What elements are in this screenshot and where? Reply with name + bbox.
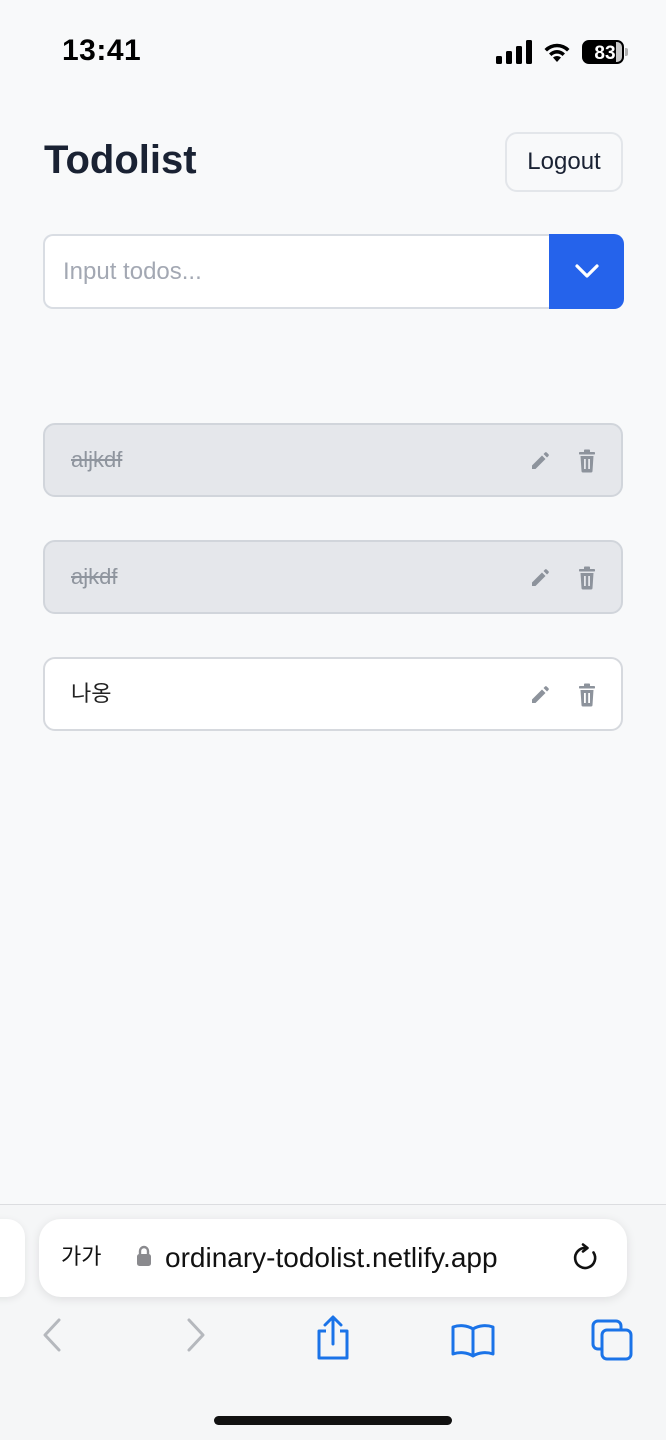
cellular-signal-icon <box>496 40 532 64</box>
trash-icon[interactable] <box>576 566 598 590</box>
back-icon[interactable] <box>40 1316 64 1354</box>
bookmarks-icon[interactable] <box>450 1322 496 1358</box>
battery-level: 83 <box>594 43 616 64</box>
todo-text[interactable]: 나옹 <box>71 659 111 729</box>
reload-icon[interactable] <box>571 1243 601 1273</box>
url-text[interactable]: ordinary-todolist.netlify.app <box>165 1219 498 1297</box>
todo-item[interactable]: 나옹 <box>43 657 623 731</box>
trash-icon[interactable] <box>576 449 598 473</box>
chevron-down-icon <box>575 264 599 278</box>
todo-text[interactable]: ajkdf <box>71 542 117 612</box>
todo-text[interactable]: aljkdf <box>71 425 122 495</box>
forward-icon[interactable] <box>184 1316 208 1354</box>
todo-item[interactable]: aljkdf <box>43 423 623 497</box>
todo-item[interactable]: ajkdf <box>43 540 623 614</box>
address-bar[interactable]: 가가 ordinary-todolist.netlify.app <box>39 1219 627 1297</box>
todo-form <box>43 234 624 309</box>
text-size-button[interactable]: 가가 <box>61 1219 101 1297</box>
status-time: 13:41 <box>62 34 142 67</box>
previous-tab-peek[interactable] <box>0 1219 25 1297</box>
pencil-icon[interactable] <box>529 684 551 706</box>
status-bar: 13:41 83 <box>0 0 666 100</box>
page-title: Todolist <box>44 138 197 182</box>
battery-body: 83 <box>582 40 624 64</box>
pencil-icon[interactable] <box>529 567 551 589</box>
logout-button[interactable]: Logout <box>505 132 623 192</box>
home-indicator <box>214 1416 452 1425</box>
share-icon[interactable] <box>314 1314 352 1362</box>
battery-icon: 83 <box>582 40 628 64</box>
trash-icon[interactable] <box>576 683 598 707</box>
add-todo-button[interactable] <box>549 234 624 309</box>
wifi-icon <box>544 43 570 62</box>
todo-input[interactable] <box>43 234 551 309</box>
tabs-icon[interactable] <box>590 1318 634 1362</box>
pencil-icon[interactable] <box>529 450 551 472</box>
lock-icon <box>137 1245 151 1266</box>
battery-cap <box>625 48 628 56</box>
